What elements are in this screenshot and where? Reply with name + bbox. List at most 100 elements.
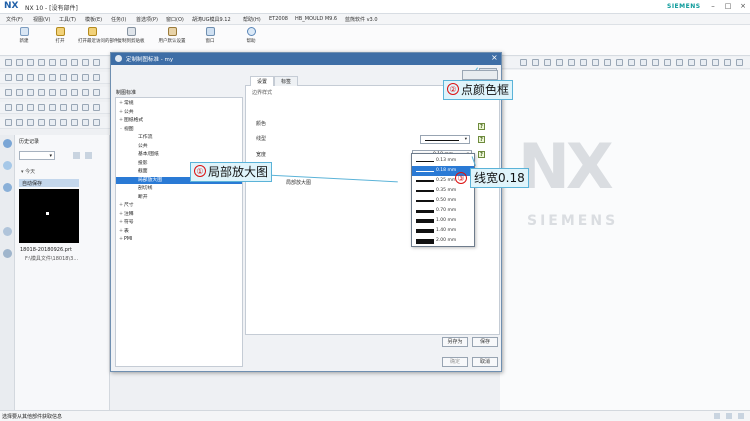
tool-icon[interactable]	[60, 89, 67, 96]
tool-icon[interactable]	[676, 59, 683, 66]
tree-node[interactable]: +图纸格式	[116, 117, 242, 124]
tool-icon[interactable]	[16, 74, 23, 81]
tool-icon[interactable]	[82, 104, 89, 111]
tool-icon[interactable]	[27, 104, 34, 111]
ok-button[interactable]: 确定	[442, 357, 468, 367]
tool-icon[interactable]	[71, 89, 78, 96]
tool-icon[interactable]	[27, 89, 34, 96]
user-defaults-button[interactable]: 用户默认设置	[158, 27, 186, 44]
tab-settings[interactable]: 设置	[250, 76, 275, 86]
tool-icon[interactable]	[5, 74, 12, 81]
tab-label[interactable]: 标签	[274, 76, 299, 86]
menu-plugin-2[interactable]: ET2008	[269, 16, 288, 22]
width-option[interactable]: 0.50 mm	[412, 196, 474, 206]
tree-node[interactable]: 公共	[116, 143, 242, 150]
clock-icon[interactable]	[3, 227, 12, 236]
tool-icon[interactable]	[592, 59, 599, 66]
tool-icon[interactable]	[736, 59, 743, 66]
save-as-button[interactable]: 另存为	[442, 337, 468, 347]
tool-icon[interactable]	[16, 104, 23, 111]
recent-group-header[interactable]: 自动保存	[19, 179, 79, 187]
tool-icon[interactable]	[60, 104, 67, 111]
tree-node[interactable]: 工作流	[116, 134, 242, 141]
tool-icon[interactable]	[93, 89, 100, 96]
tool-icon[interactable]	[16, 59, 23, 66]
tool-icon[interactable]	[5, 119, 12, 126]
menu-plugin-3[interactable]: HB_MOULD M9.6	[295, 16, 337, 22]
tool-icon[interactable]	[93, 74, 100, 81]
width-option[interactable]: 0.13 mm	[412, 156, 474, 166]
cancel-button[interactable]: 取消	[472, 357, 498, 367]
tree-node[interactable]: +PMI	[116, 236, 242, 243]
tool-icon[interactable]	[38, 104, 45, 111]
color-help-icon[interactable]: ?	[478, 123, 485, 130]
tool-icon[interactable]	[604, 59, 611, 66]
tool-icon[interactable]	[60, 59, 67, 66]
tree-node[interactable]: +符号	[116, 219, 242, 226]
tool-icon[interactable]	[664, 59, 671, 66]
tool-icon[interactable]	[724, 59, 731, 66]
tool-icon[interactable]	[71, 104, 78, 111]
tree-node[interactable]: 基本/图纸	[116, 151, 242, 158]
tool-icon[interactable]	[712, 59, 719, 66]
palette-icon[interactable]	[3, 183, 12, 192]
menu-help[interactable]: 帮助(H)	[243, 16, 261, 23]
open-recent-button[interactable]: 打开最近访问的部件	[78, 27, 119, 44]
tool-icon[interactable]	[82, 74, 89, 81]
tool-icon[interactable]	[532, 59, 539, 66]
tool-icon[interactable]	[27, 59, 34, 66]
history-view-dropdown[interactable]: ▾	[19, 151, 55, 160]
tool-icon[interactable]	[556, 59, 563, 66]
tool-icon[interactable]	[49, 59, 56, 66]
tool-icon[interactable]	[652, 59, 659, 66]
tool-icon[interactable]	[93, 119, 100, 126]
tool-icon[interactable]	[71, 74, 78, 81]
tool-icon[interactable]	[38, 59, 45, 66]
tool-icon[interactable]	[16, 89, 23, 96]
list-view-icon[interactable]	[73, 152, 80, 159]
width-help-icon[interactable]: ?	[478, 151, 485, 158]
menu-plugin-1[interactable]: 胡涛UG模具9.12	[192, 16, 231, 23]
dialog-close-icon[interactable]: ×	[491, 53, 498, 62]
tool-icon[interactable]	[628, 59, 635, 66]
tool-icon[interactable]	[568, 59, 575, 66]
tool-icon[interactable]	[71, 119, 78, 126]
width-option[interactable]: 0.35 mm	[412, 186, 474, 196]
tool-icon[interactable]	[82, 89, 89, 96]
graphics-window[interactable]	[500, 70, 750, 410]
menu-view[interactable]: 视图(V)	[33, 16, 50, 23]
tool-icon[interactable]	[580, 59, 587, 66]
menu-template[interactable]: 模板(E)	[85, 16, 102, 23]
tool-icon[interactable]	[16, 119, 23, 126]
help-button[interactable]: 帮助	[243, 27, 259, 44]
tool-icon[interactable]	[49, 104, 56, 111]
minimize-icon[interactable]: –	[706, 1, 720, 12]
tool-icon[interactable]	[60, 119, 67, 126]
width-option[interactable]: 1.40 mm	[412, 226, 474, 236]
tool-icon[interactable]	[700, 59, 707, 66]
web-icon[interactable]	[3, 161, 12, 170]
part-thumbnail[interactable]	[19, 189, 79, 243]
tool-icon[interactable]	[49, 74, 56, 81]
menu-tools[interactable]: 工具(T)	[59, 16, 76, 23]
tool-icon[interactable]	[93, 59, 100, 66]
menu-file[interactable]: 文件(F)	[6, 16, 23, 23]
part-file-name[interactable]: 18018-20180926.prt	[20, 247, 72, 253]
tool-icon[interactable]	[5, 104, 12, 111]
width-option[interactable]: 0.70 mm	[412, 206, 474, 216]
tool-icon[interactable]	[71, 59, 78, 66]
tree-node[interactable]: +尺寸	[116, 202, 242, 209]
history-icon[interactable]	[3, 139, 12, 148]
tool-icon[interactable]	[38, 74, 45, 81]
tool-icon[interactable]	[27, 119, 34, 126]
tree-node[interactable]: +公共	[116, 109, 242, 116]
tool-icon[interactable]	[93, 104, 100, 111]
width-option[interactable]: 2.00 mm	[412, 236, 474, 246]
linetype-help-icon[interactable]: ?	[478, 136, 485, 143]
tool-icon[interactable]	[640, 59, 647, 66]
tool-icon[interactable]	[5, 59, 12, 66]
tool-icon[interactable]	[82, 119, 89, 126]
tool-icon[interactable]	[616, 59, 623, 66]
tree-node[interactable]: +常规	[116, 100, 242, 107]
menu-task[interactable]: 任务(I)	[111, 16, 126, 23]
